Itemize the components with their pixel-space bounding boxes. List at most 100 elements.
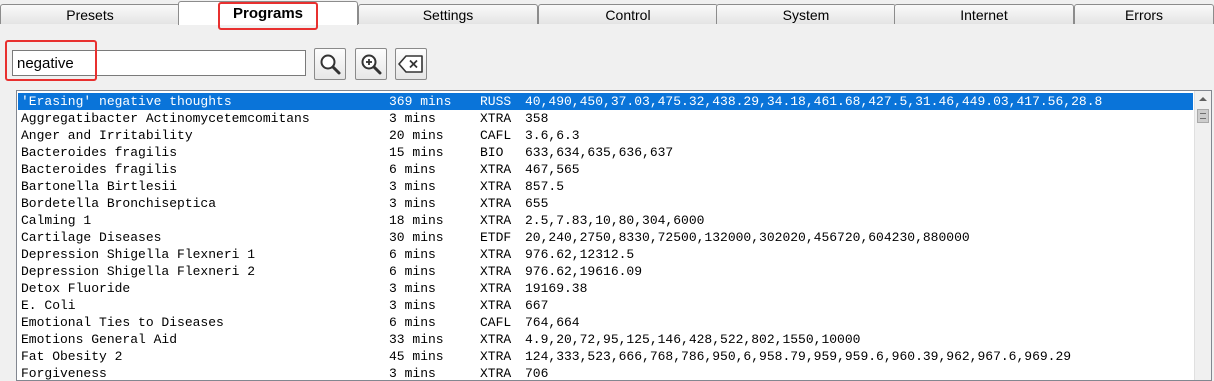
list-item[interactable]: Aggregatibacter Actinomycetemcomitans 3 m… [18, 110, 1193, 127]
program-name: Cartilage Diseases [21, 230, 162, 245]
backspace-clear-icon [398, 55, 423, 73]
program-name: Bordetella Bronchiseptica [21, 196, 217, 211]
search-button[interactable] [314, 48, 346, 80]
list-item[interactable]: Bacteroides fragilis 15 mins BIO 633,634,63… [18, 144, 1193, 161]
tab-system[interactable]: System [716, 4, 896, 24]
list-item[interactable]: Bordetella Bronchiseptica 3 mins XTRA 655 [18, 195, 1193, 212]
program-name: Calming 1 [21, 213, 92, 228]
vertical-scrollbar[interactable] [1194, 91, 1211, 380]
program-frequencies: 4.9,20,72,95,125,146,428,522,802,1550,10… [525, 332, 861, 347]
tab-bar: Presets Control System Internet Errors S… [0, 0, 1214, 25]
program-frequencies: 764,664 [525, 315, 580, 330]
program-frequencies: 857.5 [525, 179, 565, 194]
tab-control[interactable]: Control [538, 4, 718, 24]
program-duration: 369 mins [389, 94, 452, 109]
program-type: XTRA [480, 281, 512, 296]
program-type: XTRA [480, 247, 512, 262]
program-list[interactable]: 'Erasing' negative thoughts 369 mins RUSS 4… [16, 90, 1212, 381]
program-name: Fat Obesity 2 [21, 349, 123, 364]
program-duration: 20 mins [389, 128, 444, 143]
program-type: XTRA [480, 298, 512, 313]
program-type: CAFL [480, 315, 512, 330]
program-frequencies: 40,490,450,37.03,475.32,438.29,34.18,461… [525, 94, 1103, 109]
program-frequencies: 467,565 [525, 162, 580, 177]
list-item[interactable]: Depression Shigella Flexneri 2 6 mins XTRA… [18, 263, 1193, 280]
program-name: Emotional Ties to Diseases [21, 315, 224, 330]
program-frequencies: 20,240,2750,8330,72500,132000,302020,456… [525, 230, 970, 245]
tab-internet[interactable]: Internet [894, 4, 1074, 24]
list-item[interactable]: Emotional Ties to Diseases 6 mins CAFL 764,… [18, 314, 1193, 331]
program-duration: 15 mins [389, 145, 444, 160]
program-frequencies: 655 [525, 196, 549, 211]
list-item[interactable]: Emotions General Aid 33 mins XTRA 4.9,20,72… [18, 331, 1193, 348]
program-frequencies: 124,333,523,666,768,786,950,6,958.79,959… [525, 349, 1072, 364]
program-duration: 3 mins [389, 179, 436, 194]
zoom-in-icon [361, 54, 382, 75]
zoom-in-button[interactable] [355, 48, 387, 80]
program-duration: 18 mins [389, 213, 444, 228]
program-name: Anger and Irritability [21, 128, 193, 143]
clear-button[interactable] [395, 48, 427, 80]
program-name: 'Erasing' negative thoughts [21, 94, 232, 109]
list-item[interactable]: Depression Shigella Flexneri 1 6 mins XTRA… [18, 246, 1193, 263]
program-duration: 3 mins [389, 196, 436, 211]
list-item[interactable]: Forgiveness 3 mins XTRA 706 [18, 365, 1193, 381]
program-name: Detox Fluoride [21, 281, 131, 296]
list-item[interactable]: Bacteroides fragilis 6 mins XTRA 467,565 [18, 161, 1193, 178]
program-type: XTRA [480, 332, 512, 347]
program-duration: 45 mins [389, 349, 444, 364]
program-name: Bartonella Birtlesii [21, 179, 178, 194]
list-item[interactable]: Anger and Irritability 20 mins CAFL 3.6,6.3 [18, 127, 1193, 144]
list-item[interactable]: Calming 1 18 mins XTRA 2.5,7.83,10,80,304,6… [18, 212, 1193, 229]
program-name: Bacteroides fragilis [21, 145, 178, 160]
program-name: Depression Shigella Flexneri 2 [21, 264, 256, 279]
program-name: Aggregatibacter Actinomycetemcomitans [21, 111, 310, 126]
list-item[interactable]: Bartonella Birtlesii 3 mins XTRA 857.5 [18, 178, 1193, 195]
search-input[interactable] [12, 50, 306, 76]
program-duration: 3 mins [389, 281, 436, 296]
program-duration: 6 mins [389, 247, 436, 262]
program-duration: 3 mins [389, 298, 436, 313]
program-frequencies: 706 [525, 366, 549, 381]
program-frequencies: 976.62,19616.09 [525, 264, 643, 279]
list-item[interactable]: Fat Obesity 2 45 mins XTRA 124,333,523,666,… [18, 348, 1193, 365]
program-duration: 6 mins [389, 162, 436, 177]
program-frequencies: 358 [525, 111, 549, 126]
program-frequencies: 3.6,6.3 [525, 128, 580, 143]
program-name: Depression Shigella Flexneri 1 [21, 247, 256, 262]
scroll-up-arrow-icon[interactable] [1195, 91, 1211, 107]
program-type: XTRA [480, 162, 512, 177]
tab-programs[interactable]: Programs [178, 1, 358, 25]
program-duration: 6 mins [389, 264, 436, 279]
scrollbar-thumb[interactable] [1197, 109, 1209, 123]
program-name: Forgiveness [21, 366, 107, 381]
list-item[interactable]: Cartilage Diseases 30 mins ETDF 20,240,2750… [18, 229, 1193, 246]
program-type: XTRA [480, 196, 512, 211]
tab-settings[interactable]: Settings [358, 4, 538, 24]
list-item[interactable]: Detox Fluoride 3 mins XTRA 19169.38 [18, 280, 1193, 297]
list-item[interactable]: E. Coli 3 mins XTRA 667 [18, 297, 1193, 314]
program-duration: 30 mins [389, 230, 444, 245]
program-type: XTRA [480, 366, 512, 381]
program-type: XTRA [480, 349, 512, 364]
program-name: Emotions General Aid [21, 332, 178, 347]
program-duration: 3 mins [389, 111, 436, 126]
program-duration: 33 mins [389, 332, 444, 347]
tab-errors[interactable]: Errors [1074, 4, 1214, 24]
program-duration: 6 mins [389, 315, 436, 330]
program-duration: 3 mins [389, 366, 436, 381]
program-type: ETDF [480, 230, 512, 245]
program-frequencies: 976.62,12312.5 [525, 247, 635, 262]
program-name: E. Coli [21, 298, 76, 313]
program-frequencies: 2.5,7.83,10,80,304,6000 [525, 213, 705, 228]
program-frequencies: 19169.38 [525, 281, 588, 296]
program-type: RUSS [480, 94, 512, 109]
program-type: XTRA [480, 179, 512, 194]
tab-presets[interactable]: Presets [0, 4, 180, 24]
program-type: XTRA [480, 213, 512, 228]
list-item[interactable]: 'Erasing' negative thoughts 369 mins RUSS 4… [18, 93, 1193, 110]
program-type: XTRA [480, 111, 512, 126]
program-rows: 'Erasing' negative thoughts 369 mins RUSS 4… [18, 93, 1193, 381]
program-frequencies: 633,634,635,636,637 [525, 145, 674, 160]
program-name: Bacteroides fragilis [21, 162, 178, 177]
